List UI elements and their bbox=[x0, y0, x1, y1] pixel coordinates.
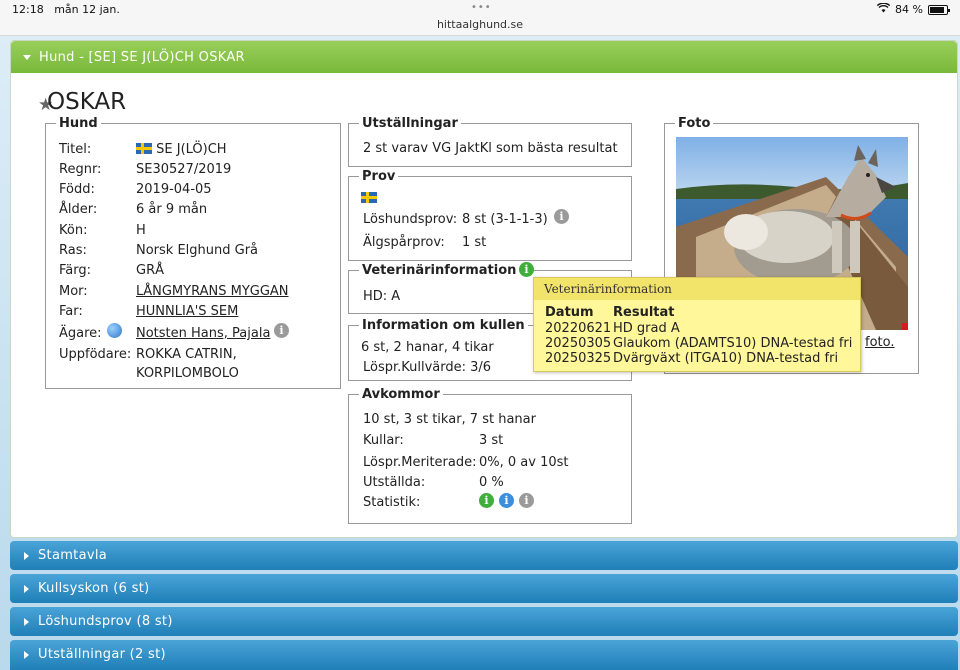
uppfodare-value-1: ROKKA CATRIN, bbox=[136, 347, 237, 362]
veterinar-info-icon[interactable]: i bbox=[519, 262, 534, 277]
regnr-label: Regnr: bbox=[59, 162, 102, 177]
kon-value: H bbox=[136, 223, 146, 238]
farg-value: GRÅ bbox=[136, 263, 164, 278]
utstallda-value: 0 % bbox=[479, 475, 504, 490]
utstallningar-text: 2 st varav VG JaktKl som bästa resultat bbox=[363, 141, 618, 156]
kullvarde-text: Löspr.Kullvärde: 3/6 bbox=[363, 360, 492, 375]
farg-label: Färg: bbox=[59, 263, 91, 278]
regnr-value: SE30527/2019 bbox=[136, 162, 232, 177]
tooltip-row-resultat: Dvärgväxt (ITGA10) DNA-testad fri bbox=[613, 351, 839, 366]
utstallda-label: Utställda: bbox=[363, 475, 426, 490]
algsparprov-value: 1 st bbox=[462, 235, 487, 250]
tooltip-col-resultat: Resultat bbox=[613, 305, 675, 320]
kullar-value: 3 st bbox=[479, 433, 504, 448]
section-stamtavla[interactable]: Stamtavla bbox=[10, 541, 958, 570]
far-label: Far: bbox=[59, 304, 83, 319]
avkommor-box: Avkommor 10 st, 3 st tikar, 7 st hanar K… bbox=[348, 387, 632, 524]
expand-triangle-icon bbox=[24, 552, 29, 560]
fodd-value: 2019-04-05 bbox=[136, 182, 212, 197]
statistik-label: Statistik: bbox=[363, 495, 421, 510]
foto-link[interactable]: foto. bbox=[865, 335, 895, 350]
tooltip-title: Veterinärinformation bbox=[534, 278, 860, 300]
veterinar-legend: Veterinärinformation bbox=[359, 263, 520, 278]
loshundsprov-info-icon[interactable]: i bbox=[554, 209, 569, 224]
status-time: 12:18 mån 12 jan. bbox=[12, 3, 120, 16]
status-indicators: 84 % bbox=[876, 2, 950, 16]
tooltip-row-datum: 20220621 bbox=[545, 321, 612, 336]
section-label: Löshundsprov (8 st) bbox=[38, 614, 173, 629]
alder-value: 6 år 9 mån bbox=[136, 202, 208, 217]
section-label: Utställningar (2 st) bbox=[38, 647, 166, 662]
tooltip-row-datum: 20250305 bbox=[545, 336, 612, 351]
alder-label: Ålder: bbox=[59, 202, 98, 217]
uppfodare-value-2: KORPILOMBOLO bbox=[136, 366, 239, 381]
foto-legend: Foto bbox=[675, 116, 714, 131]
section-utstallningar[interactable]: Utställningar (2 st) bbox=[10, 640, 958, 670]
utstallningar-box: Utställningar 2 st varav VG JaktKl som b… bbox=[348, 116, 632, 167]
swedish-flag-icon bbox=[361, 192, 377, 203]
statistik-blue-info-icon[interactable]: i bbox=[499, 493, 514, 508]
panel-title: Hund - [SE] SE J(LÖ)CH OSKAR bbox=[39, 50, 245, 65]
agare-info-icon[interactable]: i bbox=[274, 323, 289, 338]
expand-triangle-icon bbox=[24, 618, 29, 626]
titel-text: SE J(LÖ)CH bbox=[156, 142, 227, 157]
expand-triangle-icon bbox=[24, 585, 29, 593]
dog-name: OSKAR bbox=[47, 89, 127, 115]
address-bar[interactable]: hittaalghund.se bbox=[0, 18, 960, 31]
clock: 12:18 bbox=[12, 3, 44, 16]
titel-value: SE J(LÖ)CH bbox=[136, 142, 227, 157]
collapse-triangle-icon bbox=[23, 55, 31, 60]
globe-icon[interactable] bbox=[107, 323, 122, 338]
fodd-label: Född: bbox=[59, 182, 95, 197]
prov-legend: Prov bbox=[359, 169, 399, 184]
meriterade-label: Löspr.Meriterade: bbox=[363, 455, 477, 470]
prov-box: Prov Löshundsprov: 8 st (3-1-1-3) i Älgs… bbox=[348, 169, 632, 261]
kullar-label: Kullar: bbox=[363, 433, 404, 448]
avkommor-text: 10 st, 3 st tikar, 7 st hanar bbox=[363, 412, 536, 427]
agare-label: Ägare: bbox=[59, 326, 102, 341]
section-kullsyskon[interactable]: Kullsyskon (6 st) bbox=[10, 574, 958, 603]
meriterade-value: 0%, 0 av 10st bbox=[479, 455, 569, 470]
ras-label: Ras: bbox=[59, 243, 87, 258]
kon-label: Kön: bbox=[59, 223, 88, 238]
loshundsprov-label: Löshundsprov: bbox=[363, 212, 458, 227]
hd-value: HD: A bbox=[363, 289, 401, 304]
statistik-green-info-icon[interactable]: i bbox=[479, 493, 494, 508]
hund-legend: Hund bbox=[56, 116, 101, 131]
uppfodare-label: Uppfödare: bbox=[59, 347, 132, 362]
date: mån 12 jan. bbox=[54, 3, 120, 16]
section-loshundsprov[interactable]: Löshundsprov (8 st) bbox=[10, 607, 958, 636]
hund-box: Hund Titel: SE J(LÖ)CH Regnr: SE30527/20… bbox=[45, 116, 341, 389]
titel-label: Titel: bbox=[59, 142, 92, 157]
wifi-icon bbox=[876, 2, 891, 16]
avkommor-legend: Avkommor bbox=[359, 387, 443, 402]
browser-status-bar: 12:18 mån 12 jan. ••• hittaalghund.se 84… bbox=[0, 0, 960, 36]
section-label: Kullsyskon (6 st) bbox=[38, 581, 150, 596]
tooltip-row-resultat: Glaukom (ADAMTS10) DNA-testad fri bbox=[613, 336, 853, 351]
tooltip-col-datum: Datum bbox=[545, 305, 594, 320]
tooltip-row-datum: 20250325 bbox=[545, 351, 612, 366]
expand-triangle-icon bbox=[24, 651, 29, 659]
battery-percent: 84 % bbox=[895, 3, 923, 16]
loshundsprov-value: 8 st (3-1-1-3) bbox=[462, 212, 548, 227]
panel-header[interactable]: Hund - [SE] SE J(LÖ)CH OSKAR bbox=[11, 41, 957, 73]
ras-value: Norsk Elghund Grå bbox=[136, 243, 259, 258]
utstallningar-legend: Utställningar bbox=[359, 116, 461, 131]
kullen-text: 6 st, 2 hanar, 4 tikar bbox=[361, 340, 494, 355]
far-link[interactable]: HUNNLIA'S SEM bbox=[136, 304, 238, 319]
algsparprov-label: Älgspårprov: bbox=[363, 235, 445, 250]
veterinar-tooltip: Veterinärinformation Datum Resultat 2022… bbox=[533, 277, 861, 372]
kullen-legend: Information om kullen bbox=[359, 318, 528, 333]
mor-label: Mor: bbox=[59, 284, 88, 299]
mor-link[interactable]: LÅNGMYRANS MYGGAN bbox=[136, 284, 289, 299]
tooltip-row-resultat: HD grad A bbox=[613, 321, 680, 336]
battery-icon bbox=[928, 4, 950, 15]
statistik-grey-info-icon[interactable]: i bbox=[519, 493, 534, 508]
agare-link[interactable]: Notsten Hans, Pajala bbox=[136, 326, 270, 341]
swedish-flag-icon bbox=[136, 143, 152, 154]
section-label: Stamtavla bbox=[38, 548, 108, 563]
more-dots-icon[interactable]: ••• bbox=[471, 2, 492, 13]
